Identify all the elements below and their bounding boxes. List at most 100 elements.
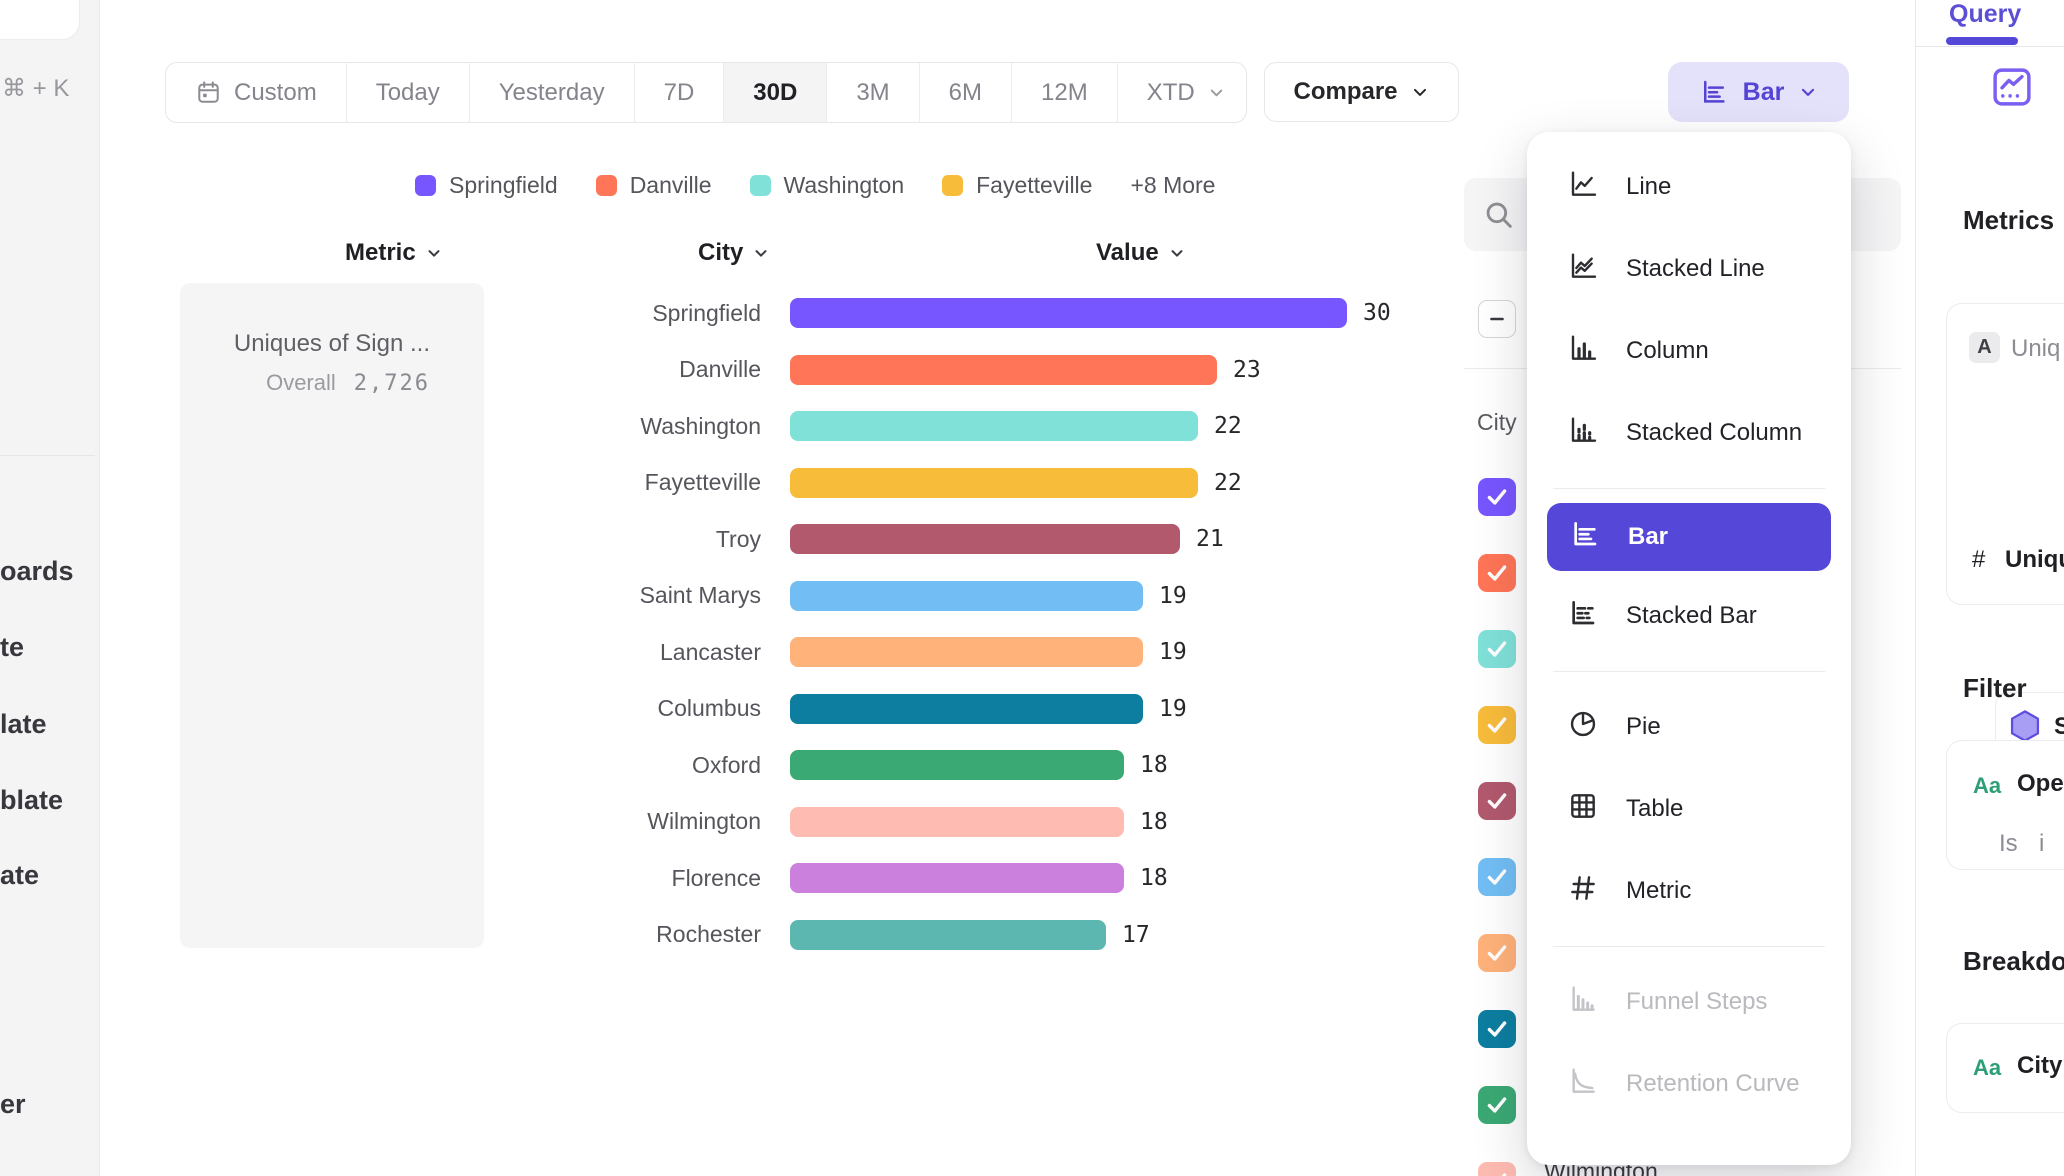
- chevron-down-icon: [1168, 244, 1186, 262]
- metric-name: Uniq: [2011, 335, 2060, 363]
- date-range-6m[interactable]: 6M: [920, 63, 1012, 122]
- city-checkbox[interactable]: [1478, 706, 1516, 744]
- check-icon: [1484, 1016, 1510, 1042]
- date-range-12m[interactable]: 12M: [1012, 63, 1118, 122]
- menu-item-label: Column: [1626, 337, 1709, 365]
- city-checkbox[interactable]: [1478, 554, 1516, 592]
- chevron-down-icon: [1207, 83, 1226, 102]
- check-icon: [1484, 788, 1510, 814]
- date-range-yesterday[interactable]: Yesterday: [470, 63, 635, 122]
- bar-value-label: 18: [1140, 809, 1168, 835]
- date-range-label: Yesterday: [499, 79, 605, 107]
- legend-item[interactable]: Fayetteville: [942, 172, 1092, 199]
- sidebar-item[interactable]: te: [0, 632, 24, 663]
- city-checkbox[interactable]: [1478, 630, 1516, 668]
- chart-row: Columbus 19: [500, 681, 1440, 738]
- city-checkbox[interactable]: [1478, 478, 1516, 516]
- aggregation-label: Uniqu: [2005, 546, 2064, 574]
- menu-item-bar[interactable]: Bar: [1547, 503, 1831, 571]
- check-icon: [1484, 484, 1510, 510]
- sidebar-item[interactable]: oards: [0, 556, 74, 587]
- sidebar-divider: [0, 455, 95, 456]
- date-range-xtd[interactable]: XTD: [1118, 63, 1247, 122]
- select-all-checkbox[interactable]: [1478, 300, 1516, 338]
- bar[interactable]: [790, 863, 1124, 893]
- column-header-value[interactable]: Value: [1096, 239, 1186, 267]
- bar-category-label: Oxford: [500, 752, 790, 779]
- legend-label: Washington: [784, 172, 905, 199]
- metric-overall-value: 2,726: [354, 371, 430, 396]
- sidebar-item[interactable]: blate: [0, 785, 63, 816]
- app-window: ⌘ + K oardstelateblateateer CustomTodayY…: [0, 0, 2064, 1176]
- menu-item-pie[interactable]: Pie: [1527, 686, 1851, 768]
- city-checkbox[interactable]: [1478, 1010, 1516, 1048]
- sidebar-item[interactable]: late: [0, 709, 47, 740]
- bar[interactable]: [790, 298, 1347, 328]
- bar[interactable]: [790, 750, 1124, 780]
- bar[interactable]: [790, 637, 1143, 667]
- city-checkbox[interactable]: [1478, 1086, 1516, 1124]
- menu-item-stacked-bar[interactable]: Stacked Bar: [1527, 575, 1851, 657]
- legend-item[interactable]: Springfield: [415, 172, 558, 199]
- date-range-label: 3M: [856, 79, 889, 107]
- city-checkbox[interactable]: [1478, 1162, 1516, 1176]
- menu-item-column[interactable]: Column: [1527, 310, 1851, 392]
- minus-icon: [1485, 307, 1509, 331]
- chart-row: Troy21: [500, 511, 1440, 568]
- filter-card[interactable]: Aa Ope Is i: [1946, 740, 2064, 870]
- city-checkbox[interactable]: [1478, 858, 1516, 896]
- breakdown-card[interactable]: Aa City: [1946, 1023, 2064, 1113]
- bar-value-label: 22: [1214, 413, 1242, 439]
- hash-icon: [1567, 872, 1599, 911]
- city-checkbox[interactable]: [1478, 934, 1516, 972]
- legend-swatch: [596, 175, 617, 196]
- bar-value-label: 19: [1159, 696, 1187, 722]
- menu-item-stacked-column[interactable]: Stacked Column: [1527, 392, 1851, 474]
- bar[interactable]: [790, 355, 1217, 385]
- bar[interactable]: [790, 524, 1180, 554]
- filter-operator: Is: [1999, 830, 2018, 858]
- date-range-label: Custom: [234, 79, 317, 107]
- filter-value: i: [2039, 830, 2044, 858]
- chevron-down-icon: [1410, 82, 1430, 102]
- event-name: Sig: [2054, 713, 2064, 741]
- property-type-badge: Aa: [1973, 773, 2001, 799]
- breakdown-property: City: [2017, 1052, 2062, 1080]
- sidebar-top-card: [0, 0, 80, 40]
- bar[interactable]: [790, 468, 1198, 498]
- date-range-today[interactable]: Today: [347, 63, 470, 122]
- column-header-metric[interactable]: Metric: [345, 239, 443, 267]
- date-range-30d[interactable]: 30D: [724, 63, 827, 122]
- bar[interactable]: [790, 411, 1198, 441]
- tab-query[interactable]: Query: [1949, 0, 2021, 29]
- chart-preview-icon[interactable]: [1989, 64, 2035, 115]
- chart-type-dropdown-button[interactable]: Bar: [1668, 62, 1849, 122]
- bar[interactable]: [790, 920, 1106, 950]
- sidebar-item[interactable]: er: [0, 1089, 26, 1120]
- sidebar-item[interactable]: ate: [0, 860, 39, 891]
- menu-item-metric[interactable]: Metric: [1527, 850, 1851, 932]
- city-checkbox[interactable]: [1478, 782, 1516, 820]
- chevron-down-icon: [425, 244, 443, 262]
- metrics-card[interactable]: A Uniq Sig Ad # Uniqu: [1946, 303, 2064, 605]
- line-chart-icon: [1567, 168, 1599, 207]
- stacked-line-chart-icon: [1567, 250, 1599, 289]
- legend-item[interactable]: Washington: [750, 172, 905, 199]
- bar[interactable]: [790, 807, 1124, 837]
- legend-item[interactable]: Danville: [596, 172, 712, 199]
- bar[interactable]: [790, 581, 1143, 611]
- column-header-city[interactable]: City: [698, 239, 770, 267]
- date-range-custom[interactable]: Custom: [166, 63, 347, 122]
- menu-item-table[interactable]: Table: [1527, 768, 1851, 850]
- bar[interactable]: [790, 694, 1143, 724]
- menu-item-retention-curve: Retention Curve: [1527, 1043, 1851, 1125]
- menu-divider: [1553, 946, 1825, 947]
- legend-more-label[interactable]: +8 More: [1130, 172, 1215, 199]
- date-range-7d[interactable]: 7D: [635, 63, 725, 122]
- date-range-3m[interactable]: 3M: [827, 63, 919, 122]
- bar-category-label: Columbus: [500, 695, 790, 722]
- menu-item-stacked-line[interactable]: Stacked Line: [1527, 228, 1851, 310]
- compare-button[interactable]: Compare: [1264, 62, 1459, 122]
- metric-summary-card[interactable]: Uniques of Sign ... Overall 2,726: [180, 283, 484, 948]
- menu-item-line[interactable]: Line: [1527, 146, 1851, 228]
